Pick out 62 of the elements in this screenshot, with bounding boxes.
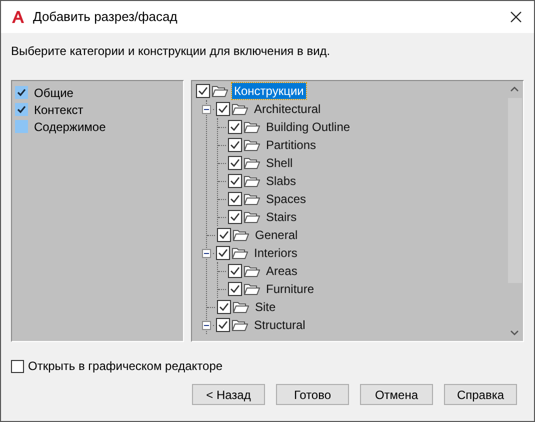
scroll-thumb[interactable] <box>508 98 522 283</box>
app-logo-icon <box>11 10 25 24</box>
window-title: Добавить разрез/фасад <box>33 8 178 26</box>
category-item[interactable]: Контекст <box>34 100 84 118</box>
checked-checkbox-icon[interactable] <box>216 318 230 332</box>
checkbox-icon[interactable] <box>11 360 24 372</box>
category-item[interactable]: Общие <box>34 84 74 102</box>
folder-icon <box>232 103 248 115</box>
folder-icon <box>244 193 260 205</box>
checked-checkbox-icon[interactable] <box>228 174 242 188</box>
tree-item[interactable]: Slabs <box>264 173 298 189</box>
folder-icon <box>233 301 249 313</box>
folder-icon <box>244 211 260 223</box>
folder-icon <box>244 175 260 187</box>
dialog-button[interactable]: < Назад <box>192 384 265 405</box>
folder-icon <box>232 247 248 259</box>
collapse-icon[interactable] <box>202 248 211 258</box>
checked-checkbox-icon[interactable] <box>217 300 231 314</box>
checked-checkbox-icon[interactable] <box>228 192 242 206</box>
dialog-button[interactable]: Справка <box>444 384 517 405</box>
checked-checkbox-icon[interactable] <box>228 156 242 170</box>
checked-checkbox-icon[interactable] <box>15 103 28 116</box>
checked-checkbox-icon[interactable] <box>228 120 242 134</box>
folder-icon <box>244 283 260 295</box>
tree-item[interactable]: Structural <box>252 317 308 333</box>
folder-icon <box>244 157 260 169</box>
folder-icon <box>244 121 260 133</box>
checked-checkbox-icon[interactable] <box>216 246 230 260</box>
checked-checkbox-icon[interactable] <box>196 84 210 98</box>
folder-icon <box>244 139 260 151</box>
tree-item[interactable]: Конструкции <box>232 83 306 99</box>
tree-item[interactable]: General <box>253 227 300 243</box>
tree-item[interactable]: Partitions <box>264 137 318 153</box>
tree-item[interactable]: Spaces <box>264 191 308 207</box>
checkbox-icon[interactable] <box>15 120 28 133</box>
collapse-icon[interactable] <box>202 104 211 114</box>
tree-item[interactable]: Furniture <box>264 281 316 297</box>
tree-item[interactable]: Architectural <box>252 101 323 117</box>
tree-item[interactable]: Areas <box>264 263 300 279</box>
checked-checkbox-icon[interactable] <box>228 264 242 278</box>
collapse-icon[interactable] <box>202 320 211 330</box>
checked-checkbox-icon[interactable] <box>228 210 242 224</box>
folder-icon <box>232 319 248 331</box>
tree-item[interactable]: Interiors <box>252 245 300 261</box>
folder-icon <box>233 229 249 241</box>
checked-checkbox-icon[interactable] <box>228 138 242 152</box>
checked-checkbox-icon[interactable] <box>15 86 28 99</box>
folder-icon <box>212 85 228 97</box>
tree-item[interactable]: Stairs <box>264 209 299 225</box>
checkbox-label[interactable]: Открыть в графическом редакторе <box>28 357 223 375</box>
folder-icon <box>244 265 260 277</box>
dialog-button[interactable]: Готово <box>276 384 349 405</box>
instruction-text: Выберите категории и конструкции для включения в вид. <box>11 43 332 60</box>
tree-item[interactable]: Site <box>253 299 278 315</box>
category-item[interactable]: Содержимое <box>34 118 106 136</box>
tree-item[interactable]: Building Outline <box>264 119 352 135</box>
tree-item[interactable]: Shell <box>264 155 295 171</box>
dialog-button[interactable]: Отмена <box>360 384 433 405</box>
checked-checkbox-icon[interactable] <box>228 282 242 296</box>
close-icon[interactable] <box>510 11 522 23</box>
checked-checkbox-icon[interactable] <box>216 102 230 116</box>
checked-checkbox-icon[interactable] <box>217 228 231 242</box>
